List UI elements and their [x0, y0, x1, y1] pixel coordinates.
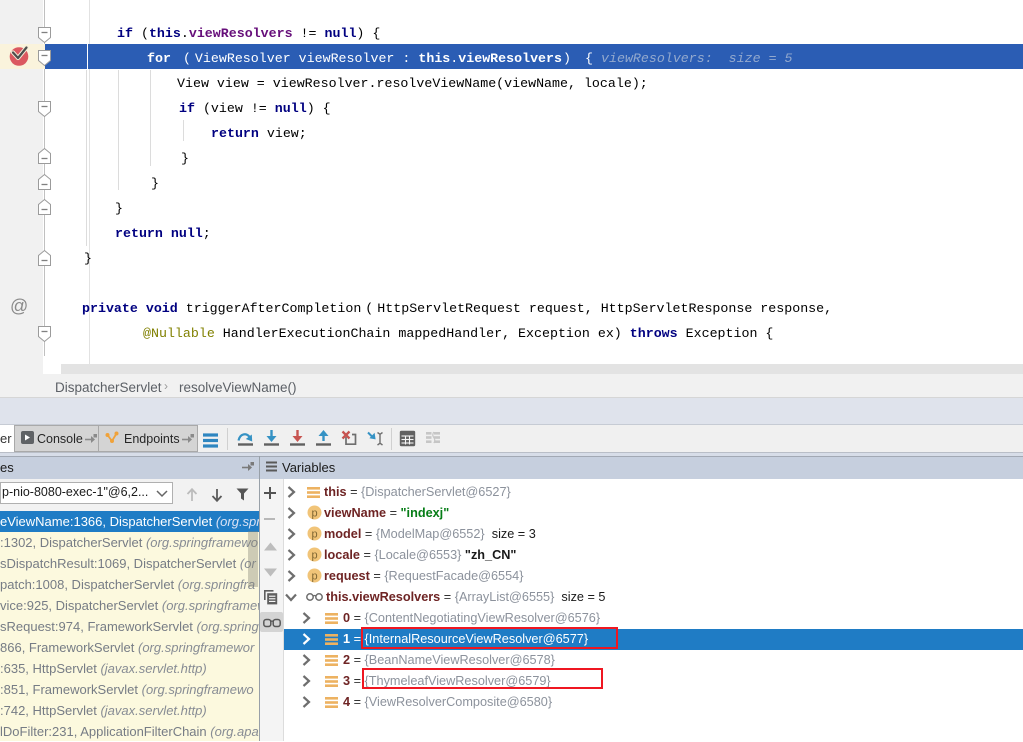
svg-text:p: p: [311, 529, 317, 541]
svg-text:p: p: [311, 571, 317, 583]
svg-text:p: p: [311, 508, 317, 520]
svg-text:p: p: [311, 550, 317, 562]
